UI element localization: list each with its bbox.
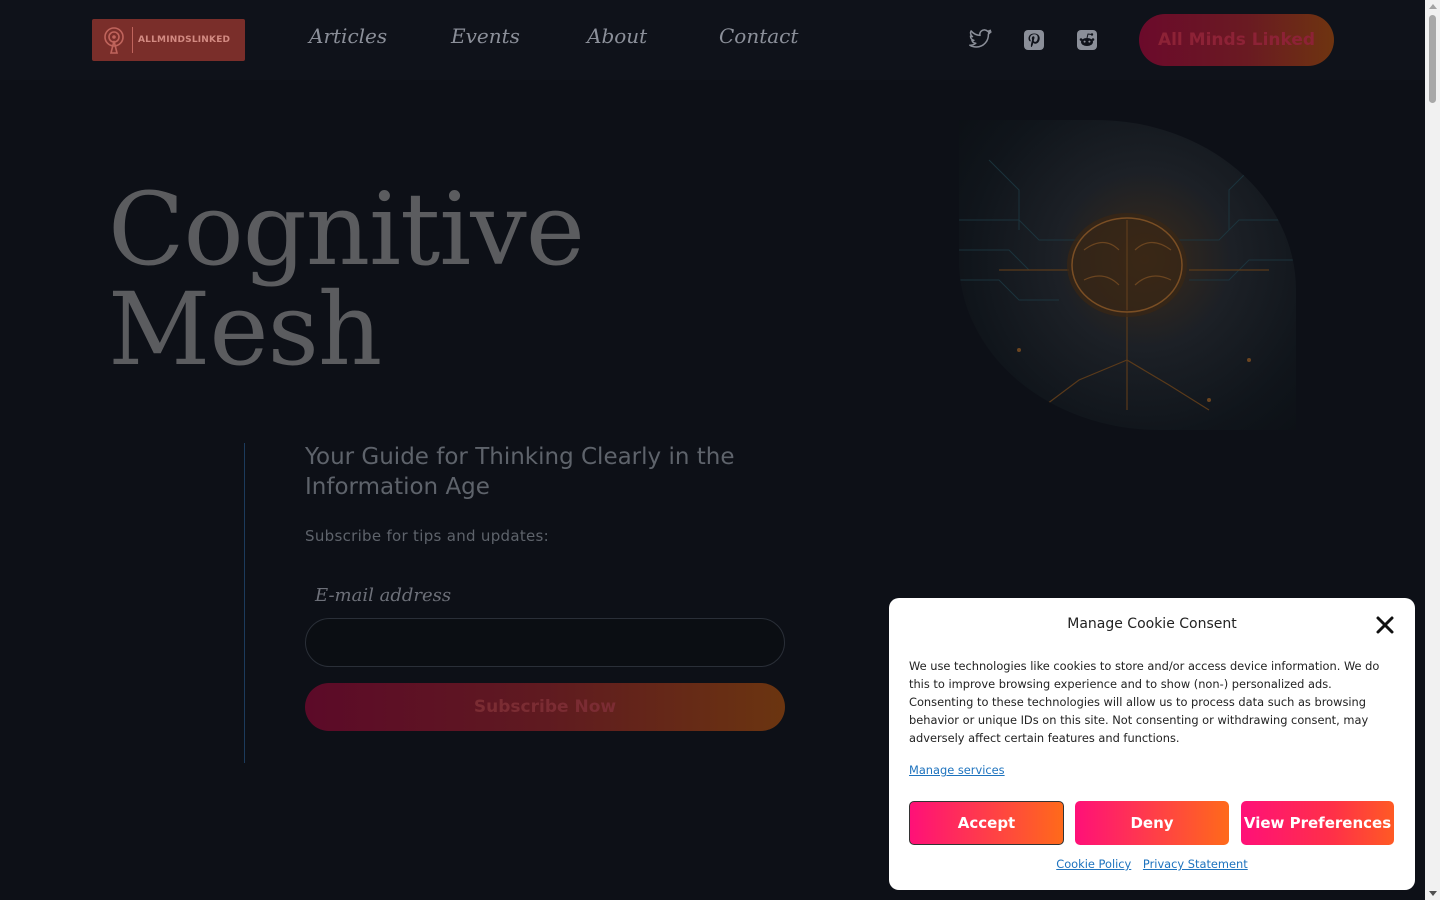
logo-text: ALLMINDSLINKED [138, 35, 231, 45]
nav-about[interactable]: About [587, 24, 647, 48]
podcast-logo-icon [104, 27, 124, 54]
hero-divider-line [244, 443, 245, 763]
subscribe-label: Subscribe for tips and updates: [305, 527, 550, 545]
scroll-thumb[interactable] [1429, 15, 1436, 103]
email-label: E-mail address [315, 585, 452, 606]
close-icon[interactable] [1375, 615, 1395, 635]
logo-divider [132, 27, 133, 53]
cookie-dialog-title: Manage Cookie Consent [1067, 616, 1237, 632]
twitter-icon[interactable] [968, 27, 994, 53]
reddit-icon[interactable] [1074, 27, 1100, 53]
nav-events[interactable]: Events [451, 24, 520, 48]
cookie-policy-link[interactable]: Cookie Policy [1056, 857, 1131, 871]
nav-contact[interactable]: Contact [719, 24, 798, 48]
deny-button[interactable]: Deny [1075, 801, 1229, 845]
policy-links: Cookie Policy Privacy Statement [889, 857, 1415, 871]
scroll-up-arrow-icon[interactable] [1429, 4, 1437, 9]
hero-tagline: Your Guide for Thinking Clearly in the I… [305, 444, 735, 500]
pinterest-icon[interactable] [1021, 27, 1047, 53]
hero-title: Cognitive Mesh [108, 171, 585, 388]
accept-button[interactable]: Accept [909, 801, 1064, 845]
nav-articles[interactable]: Articles [309, 24, 387, 48]
view-preferences-button[interactable]: View Preferences [1241, 801, 1394, 845]
subscribe-now-button[interactable]: Subscribe Now [305, 683, 785, 731]
all-minds-linked-button[interactable]: All Minds Linked [1139, 14, 1334, 66]
site-header: ALLMINDSLINKED Articles Events About Con… [0, 0, 1425, 80]
hero-title-line2: Mesh [108, 271, 382, 388]
hero-title-line1: Cognitive [108, 171, 585, 288]
cookie-dialog-body: We use technologies like cookies to stor… [909, 659, 1380, 745]
scroll-down-arrow-icon[interactable] [1429, 891, 1437, 896]
hero-brain-image [959, 120, 1296, 430]
privacy-statement-link[interactable]: Privacy Statement [1143, 857, 1248, 871]
email-input[interactable] [305, 618, 785, 667]
cookie-consent-dialog: Manage Cookie Consent We use technologie… [889, 598, 1415, 890]
page-scrollbar[interactable] [1425, 0, 1440, 900]
manage-services-link[interactable]: Manage services [909, 763, 1005, 777]
site-logo[interactable]: ALLMINDSLINKED [92, 19, 245, 61]
